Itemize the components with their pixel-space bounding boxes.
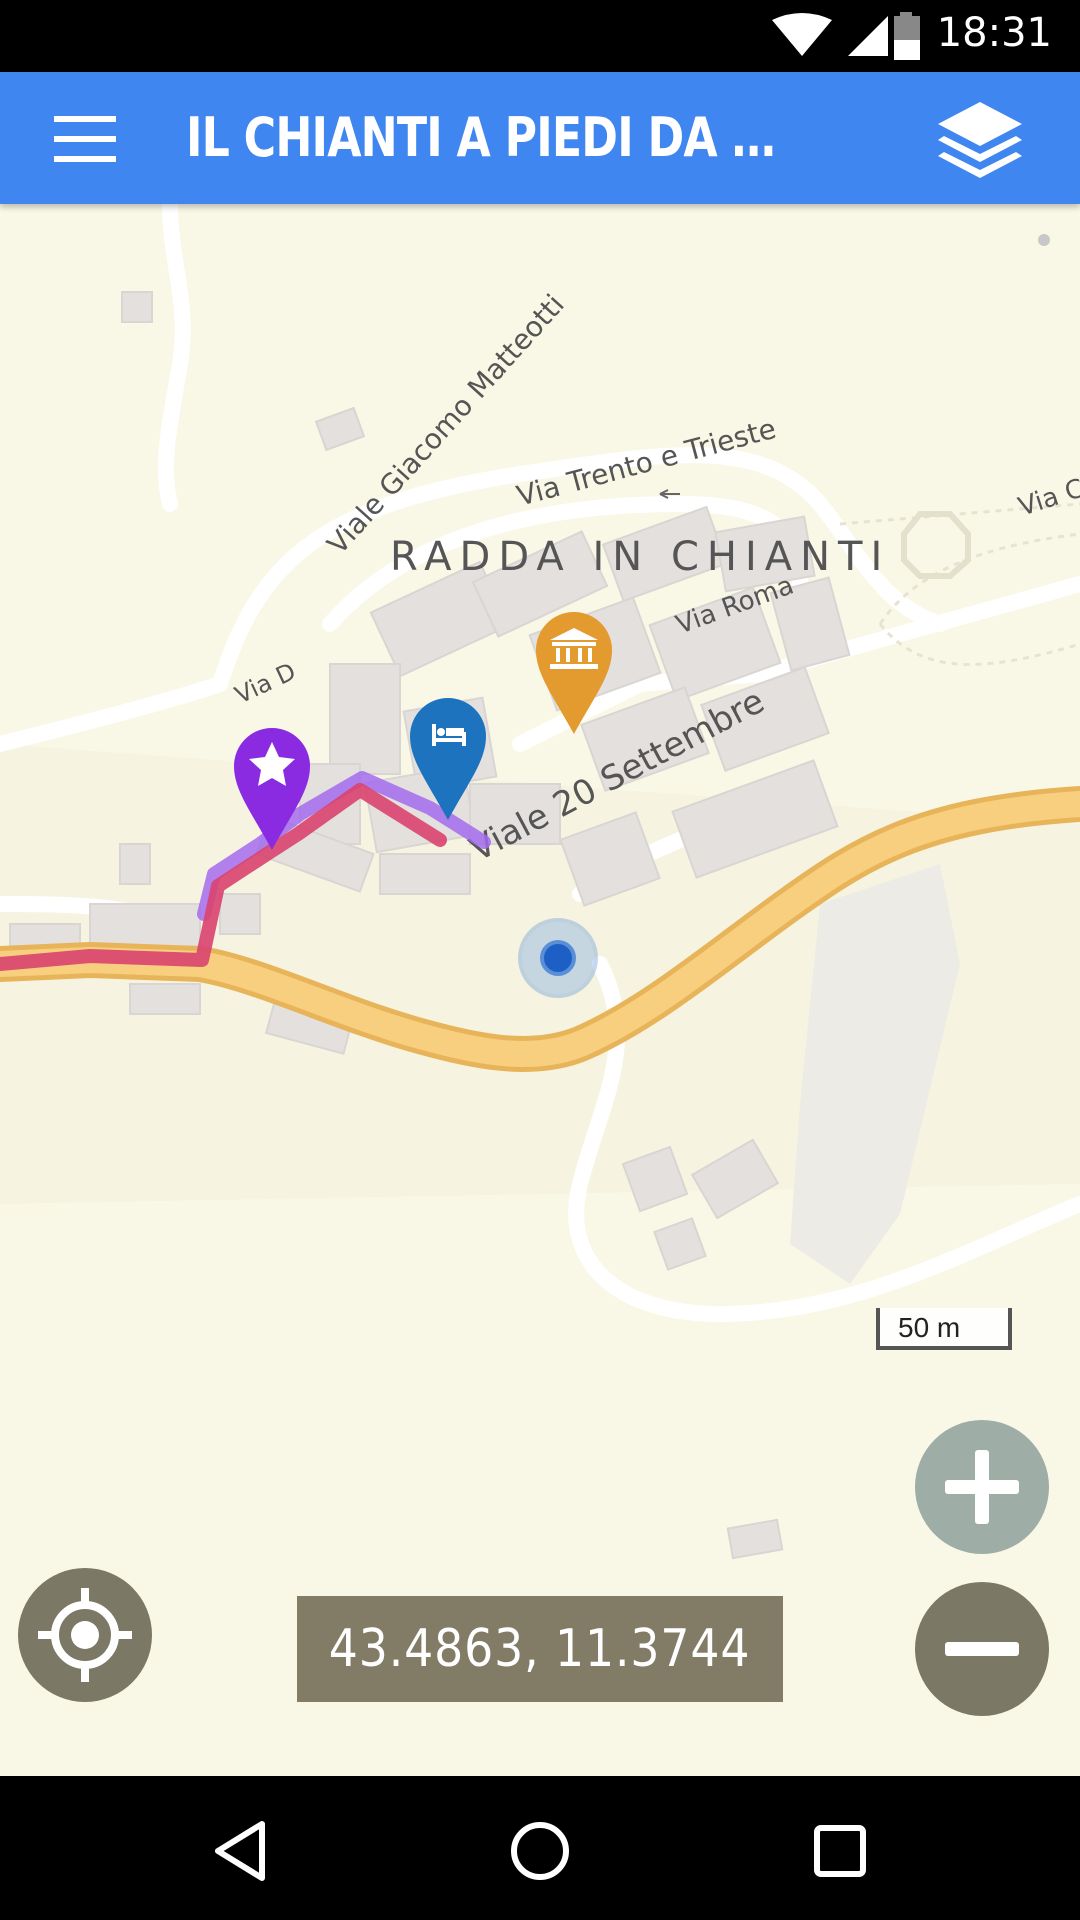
back-triangle-icon	[215, 1821, 265, 1881]
scale-label: 50 m	[898, 1312, 961, 1343]
coordinates-text: 43.4863, 11.3744	[329, 1619, 751, 1679]
zoom-in-button[interactable]	[915, 1420, 1049, 1554]
status-bar: 18:31	[0, 0, 1080, 72]
layers-button[interactable]	[930, 96, 1030, 180]
plus-icon	[945, 1450, 1019, 1524]
minus-icon	[945, 1642, 1019, 1656]
system-nav-bar	[0, 1776, 1080, 1920]
crosshair-icon	[38, 1588, 132, 1682]
coordinates-display: 43.4863, 11.3744	[297, 1596, 783, 1702]
home-circle-icon	[511, 1822, 569, 1880]
nav-home-button[interactable]	[495, 1806, 585, 1896]
wifi-icon	[772, 13, 832, 56]
battery-icon	[894, 12, 920, 60]
zoom-out-button[interactable]	[915, 1582, 1049, 1716]
layers-icon	[938, 102, 1022, 178]
street-label-right: Via C	[1015, 473, 1080, 522]
street-label-small: Via D	[231, 657, 300, 709]
app-bar: IL CHIANTI A PIEDI DA FIRE...	[0, 72, 1080, 204]
recents-square-icon	[814, 1825, 866, 1877]
menu-button[interactable]	[40, 102, 128, 174]
map-view[interactable]: Viale Giacomo Matteotti Via Trento e Tri…	[0, 204, 1080, 1776]
map-scale: 50 m	[876, 1308, 1012, 1350]
hamburger-menu-icon	[54, 116, 116, 162]
current-location-icon[interactable]	[518, 918, 598, 998]
museum-marker[interactable]	[536, 611, 612, 734]
status-time: 18:31	[936, 10, 1052, 56]
nav-back-button[interactable]	[196, 1806, 286, 1896]
locate-me-button[interactable]	[18, 1568, 152, 1702]
app-title: IL CHIANTI A PIEDI DA FIRE...	[186, 106, 777, 169]
nav-recents-button[interactable]	[795, 1806, 885, 1896]
town-label: RADDA IN CHIANTI	[390, 534, 890, 580]
cell-signal-icon	[848, 16, 888, 56]
status-icons	[770, 12, 930, 62]
